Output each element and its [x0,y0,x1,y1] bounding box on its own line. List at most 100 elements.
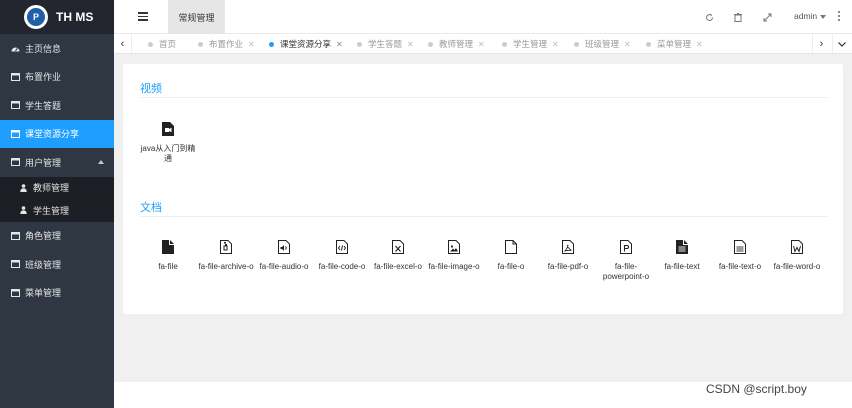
tab-resource-share[interactable]: 课堂资源分享 ✕ [269,34,343,54]
tab-close-icon[interactable]: ✕ [248,40,255,49]
tab-menu-management[interactable]: 菜单管理 ✕ [646,34,703,54]
window-icon [11,101,20,110]
doc-item[interactable]: fa-file-o [481,240,541,272]
file-word-icon [791,240,803,254]
tab-student-management[interactable]: 学生管理 ✕ [502,34,559,54]
doc-item[interactable]: fa-file-archive-o [196,240,256,272]
doc-item[interactable]: fa-file [138,240,198,272]
doc-item[interactable]: fa-file-code-o [312,240,372,272]
tab-assign-homework[interactable]: 布置作业 ✕ [198,34,255,54]
sidebar-item-label: 学生管理 [33,205,70,216]
doc-label: fa-file-powerpoint-o [602,262,650,281]
resource-card: 视频 java从入门到精通 文档 fa-file fa-file-archive… [123,64,843,314]
section-divider [140,216,828,217]
page-tabs-bar: ‹ 首页 布置作业 ✕ 课堂资源分享 ✕ 学生答题 ✕ 教师管理 ✕ 学生管理 … [114,34,852,54]
tab-label: 学生管理 [513,39,548,49]
tabs-scroll-right-icon[interactable]: › [812,34,830,54]
doc-label: fa-file-pdf-o [547,262,589,271]
tab-dot [428,41,433,47]
video-item[interactable]: java从入门到精通 [138,122,198,164]
sidebar-item-assign-homework[interactable]: 布置作业 [0,63,114,92]
tab-label: 菜单管理 [657,39,692,49]
doc-item[interactable]: fa-file-image-o [424,240,484,272]
tab-dot [148,41,153,47]
file-audio-icon [278,240,290,254]
sidebar-item-user-management[interactable]: 用户管理 [0,148,114,177]
sidebar-item-label: 用户管理 [25,157,62,168]
file-powerpoint-icon [620,240,632,254]
doc-label: fa-file-word-o [773,262,821,271]
tab-teacher-management[interactable]: 教师管理 ✕ [428,34,485,54]
tab-close-icon[interactable]: ✕ [407,40,414,49]
sidebar-item-label: 主页信息 [25,43,62,54]
sidebar-item-student-management[interactable]: 学生管理 [0,199,114,222]
tab-close-icon[interactable]: ✕ [696,40,703,49]
sidebar-item-menu-management[interactable]: 菜单管理 [0,279,114,308]
tab-label: 班级管理 [585,39,620,49]
window-icon [11,129,20,138]
tab-class-management[interactable]: 班级管理 ✕ [574,34,631,54]
sidebar-item-label: 菜单管理 [25,288,62,299]
file-code-icon [336,240,348,254]
doc-label: fa-file [158,262,178,271]
trash-icon[interactable] [733,12,743,22]
tab-student-answers[interactable]: 学生答题 ✕ [357,34,414,54]
doc-item[interactable]: fa-file-audio-o [254,240,314,272]
logo-area[interactable]: P TH MS [0,0,114,34]
doc-label: fa-file-code-o [318,262,366,271]
doc-label: fa-file-text-o [718,262,762,271]
window-icon [11,260,20,269]
tab-label: 布置作业 [209,39,244,49]
user-icon [19,206,28,215]
sidebar-item-label: 布置作业 [25,72,62,83]
tab-close-icon[interactable]: ✕ [624,40,631,49]
chevron-up-icon [98,160,104,165]
tab-close-icon[interactable]: ✕ [552,40,559,49]
top-tab-general[interactable]: 常规管理 [168,0,225,34]
doc-item[interactable]: fa-file-excel-o [368,240,428,272]
more-options-icon[interactable] [838,11,841,23]
window-icon [11,288,20,297]
sidebar-item-label: 班级管理 [25,259,62,270]
doc-item[interactable]: fa-file-word-o [767,240,827,272]
logo-letter: P [27,8,45,26]
user-menu[interactable]: admin [794,11,817,21]
section-divider [140,97,828,98]
doc-item[interactable]: fa-file-text-o [710,240,770,272]
doc-label: fa-file-o [497,262,525,271]
chevron-down-icon[interactable] [820,15,826,19]
refresh-icon[interactable] [704,12,714,22]
sidebar-item-role-management[interactable]: 角色管理 [0,222,114,251]
doc-item[interactable]: fa-file-pdf-o [538,240,598,272]
window-icon [11,231,20,240]
doc-label: fa-file-audio-o [259,262,309,271]
sidebar-item-label: 角色管理 [25,231,62,242]
fullscreen-icon[interactable] [762,12,772,22]
tab-close-icon[interactable]: ✕ [336,40,343,49]
tab-close-icon[interactable]: ✕ [478,40,485,49]
tab-home[interactable]: 首页 [148,34,176,54]
tab-dot [198,41,203,47]
tabs-dropdown-icon[interactable] [832,34,850,54]
watermark: CSDN @script.boy [706,382,807,396]
sidebar-item-class-management[interactable]: 班级管理 [0,250,114,279]
dashboard-icon [11,44,20,53]
sidebar-item-resource-share[interactable]: 课堂资源分享 [0,119,114,148]
sidebar-item-student-answers[interactable]: 学生答题 [0,91,114,120]
doc-item[interactable]: fa-file-powerpoint-o [596,240,656,282]
file-archive-icon [220,240,232,254]
doc-item[interactable]: fa-file-text [652,240,712,272]
tab-label: 首页 [159,39,177,49]
sidebar-item-home[interactable]: 主页信息 [0,34,114,63]
menu-toggle-icon[interactable] [138,12,148,21]
file-image-icon [448,240,460,254]
tab-dot [646,41,651,47]
tab-dot [502,41,507,47]
file-outline-icon [505,240,517,254]
sidebar-item-teacher-management[interactable]: 教师管理 [0,177,114,200]
user-icon [19,183,28,192]
file-excel-icon [392,240,404,254]
tabs-scroll-left-icon[interactable]: ‹ [114,34,132,54]
file-text-solid-icon [676,240,688,254]
window-icon [11,158,20,167]
